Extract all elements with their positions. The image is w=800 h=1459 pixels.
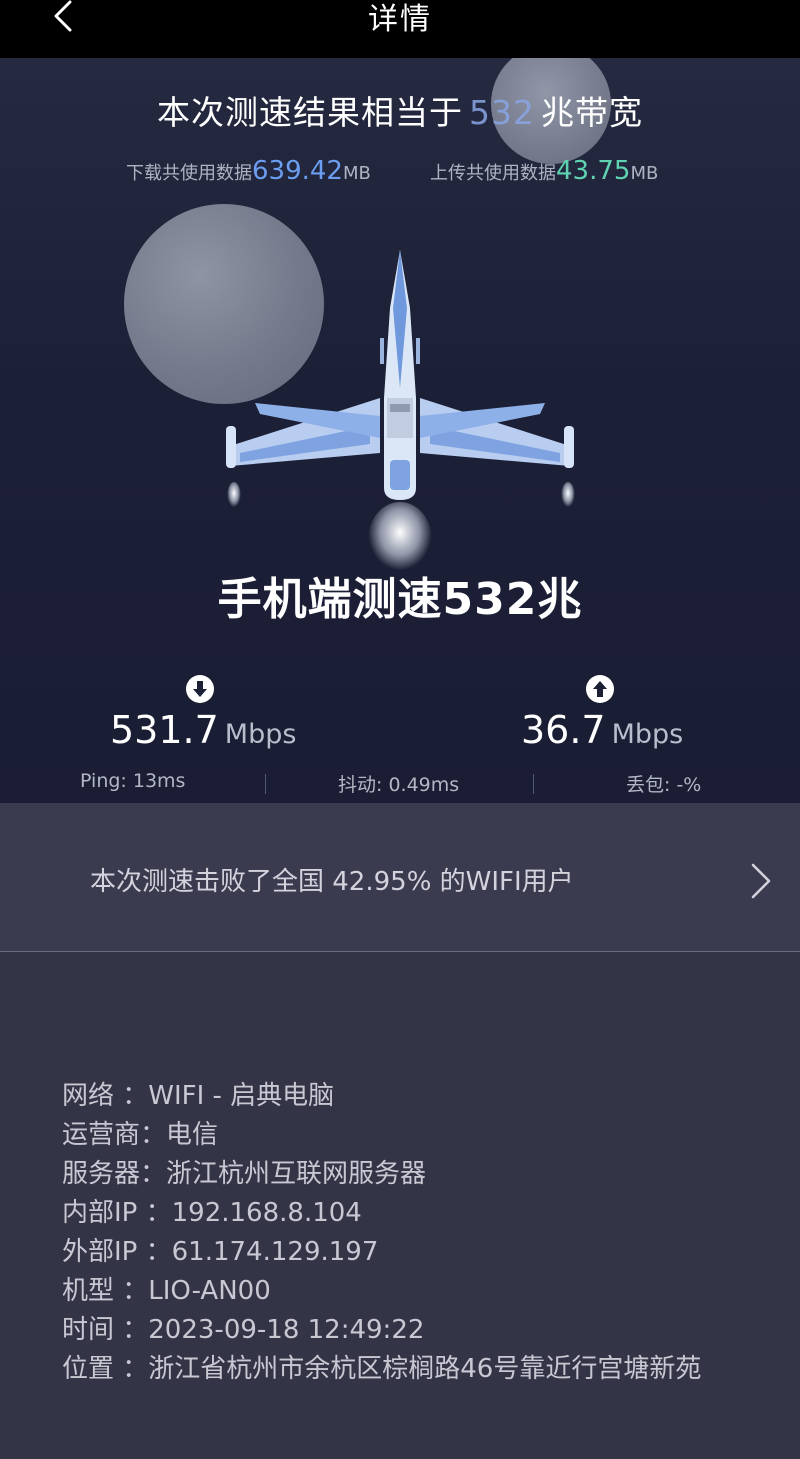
detail-key: 服务器： <box>62 1159 167 1189</box>
metric-divider <box>265 774 266 794</box>
download-speed: 531.7 Mbps <box>110 708 296 752</box>
detail-row-network: 网络 ： WIFI - 启典电脑 <box>62 1077 762 1116</box>
detail-key: 时间 ： <box>62 1315 149 1345</box>
upload-usage-unit: MB <box>630 163 659 184</box>
detail-key: 运营商： <box>62 1120 167 1150</box>
detail-key: 外部IP ： <box>62 1237 172 1267</box>
detail-value: 2023-09-18 12:49:22 <box>148 1315 425 1345</box>
detail-key: 机型 ： <box>62 1276 149 1306</box>
bandwidth-equivalent: 本次测速结果相当于 532 兆带宽 <box>0 86 800 134</box>
download-usage-label: 下载共使用数据 <box>126 163 252 184</box>
download-usage-value: 639.42 <box>252 156 343 186</box>
detail-value: 192.168.8.104 <box>171 1198 362 1228</box>
detail-value: 61.174.129.197 <box>171 1237 379 1267</box>
chevron-right-icon <box>751 863 771 899</box>
detail-key: 网络 ： <box>62 1081 149 1111</box>
ranking-text: 本次测速击败了全国 42.95% 的WIFI用户 <box>90 867 574 897</box>
detail-key: 内部IP ： <box>62 1198 172 1228</box>
upload-arrow-icon <box>586 675 614 703</box>
jitter-metric: 抖动: 0.49ms <box>338 774 460 796</box>
detail-key: 位置 ： <box>62 1354 149 1384</box>
upload-speed-value: 36.7 <box>521 708 606 752</box>
detail-row-location: 位置 ：浙江省杭州市余杭区棕榈路46号靠近行宫塘新苑 <box>62 1350 762 1389</box>
jet-plane-illustration <box>226 250 575 578</box>
download-speed-unit: Mbps <box>224 719 297 750</box>
detail-value: WIFI - 启典电脑 <box>148 1081 335 1111</box>
metric-divider <box>533 774 534 794</box>
download-speed-value: 531.7 <box>110 708 219 752</box>
ping-metric: Ping: 13ms <box>80 770 186 792</box>
equivalent-suffix: 兆带宽 <box>541 93 643 132</box>
detail-value: 电信 <box>166 1120 219 1150</box>
detail-value: LIO-AN00 <box>148 1276 271 1306</box>
ranking-banner[interactable]: 本次测速击败了全国 42.95% 的WIFI用户 <box>0 803 800 952</box>
detail-value: 浙江省杭州市余杭区棕榈路46号靠近行宫塘新苑 <box>148 1354 702 1384</box>
detail-row-external-ip: 外部IP ： 61.174.129.197 <box>62 1233 762 1272</box>
download-usage: 下载共使用数据639.42MB <box>126 156 371 186</box>
page-title: 详情 <box>368 2 432 37</box>
download-usage-unit: MB <box>342 163 371 184</box>
upload-usage-value: 43.75 <box>556 156 631 186</box>
detail-row-internal-ip: 内部IP ： 192.168.8.104 <box>62 1194 762 1233</box>
detail-row-carrier: 运营商： 电信 <box>62 1116 762 1155</box>
download-arrow-icon <box>186 675 214 703</box>
upload-usage: 上传共使用数据43.75MB <box>430 156 658 186</box>
detail-row-time: 时间 ： 2023-09-18 12:49:22 <box>62 1311 762 1350</box>
detail-row-model: 机型 ： LIO-AN00 <box>62 1272 762 1311</box>
equivalent-prefix: 本次测速结果相当于 <box>157 93 463 132</box>
upload-usage-label: 上传共使用数据 <box>430 163 556 184</box>
headline-result: 手机端测速532兆 <box>217 574 583 625</box>
result-hero: 本次测速结果相当于 532 兆带宽 下载共使用数据639.42MB 上传共使用数据4… <box>0 58 800 803</box>
packet-loss-metric: 丢包: -% <box>626 774 702 796</box>
upload-speed: 36.7 Mbps <box>521 708 683 752</box>
detail-value: 浙江杭州互联网服务器 <box>166 1159 427 1189</box>
test-details: 网络 ： WIFI - 启典电脑 运营商： 电信 服务器： 浙江杭州互联网服务器 内部… <box>62 1077 762 1389</box>
equivalent-value: 532 <box>469 93 535 132</box>
detail-row-server: 服务器： 浙江杭州互联网服务器 <box>62 1155 762 1194</box>
upload-speed-unit: Mbps <box>611 719 684 750</box>
top-bar: 详情 <box>0 0 800 58</box>
